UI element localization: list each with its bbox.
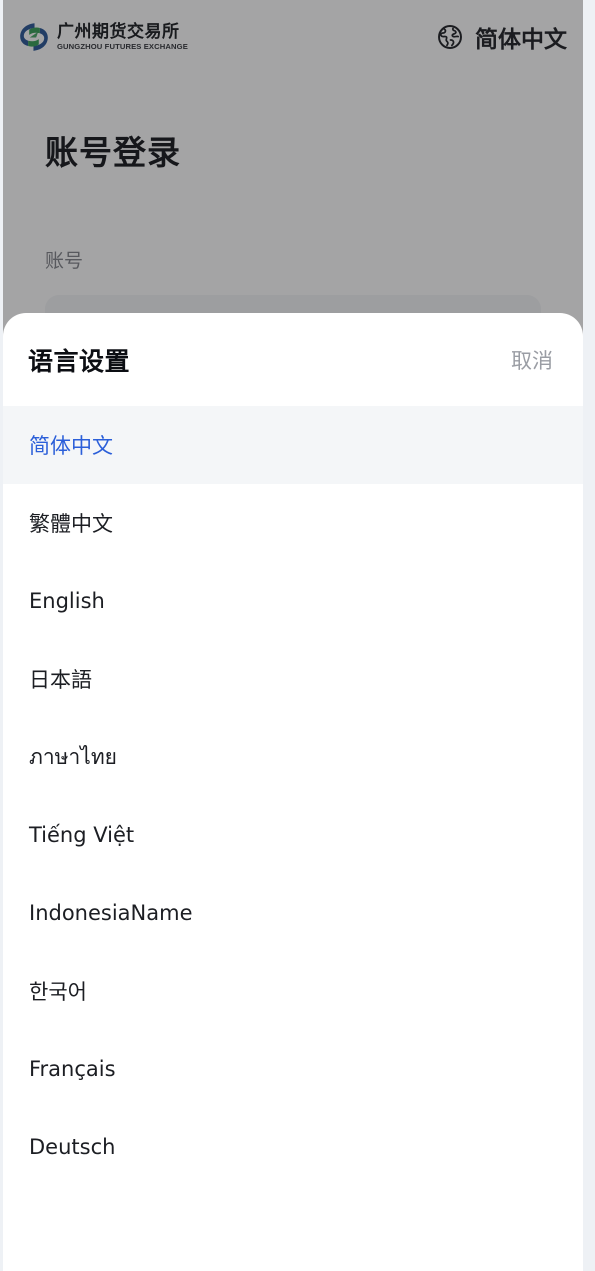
- language-option[interactable]: Tiếng Việt: [3, 796, 583, 874]
- language-option-label: ภาษาไทย: [29, 744, 117, 769]
- language-option-label: IndonesiaName: [29, 901, 193, 925]
- language-option[interactable]: IndonesiaName: [3, 874, 583, 952]
- language-option-label: 简体中文: [29, 434, 113, 458]
- language-option-label: 繁體中文: [29, 512, 113, 536]
- language-option[interactable]: 繁體中文: [3, 484, 583, 562]
- language-option[interactable]: Français: [3, 1030, 583, 1108]
- language-option-label: English: [29, 589, 105, 613]
- language-option-label: Français: [29, 1057, 116, 1081]
- language-option-label: 한국어: [29, 980, 87, 1004]
- language-list: 简体中文繁體中文 English 日本語 ภาษาไทย Tiếng Việt Indon…: [3, 406, 583, 1186]
- language-option[interactable]: 日本語: [3, 640, 583, 718]
- language-option-label: Tiếng Việt: [29, 823, 135, 847]
- cancel-button[interactable]: 取消: [511, 345, 553, 375]
- language-option[interactable]: 简体中文: [3, 406, 583, 484]
- sheet-header: 语言设置 取消: [3, 313, 583, 406]
- language-settings-sheet: 语言设置 取消 简体中文繁體中文 English 日本語 ภาษาไทย Tiếng V…: [3, 313, 583, 1271]
- language-option[interactable]: 한국어: [3, 952, 583, 1030]
- language-option[interactable]: English: [3, 562, 583, 640]
- language-option[interactable]: Deutsch: [3, 1108, 583, 1186]
- language-option[interactable]: ภาษาไทย: [3, 718, 583, 796]
- language-option-label: Deutsch: [29, 1135, 116, 1159]
- language-option-label: 日本語: [29, 668, 92, 692]
- sheet-title: 语言设置: [28, 346, 131, 376]
- screen-root: 广州期货交易所 GUNGZHOU FUTURES EXCHANGE 简体中文 账…: [0, 0, 595, 1271]
